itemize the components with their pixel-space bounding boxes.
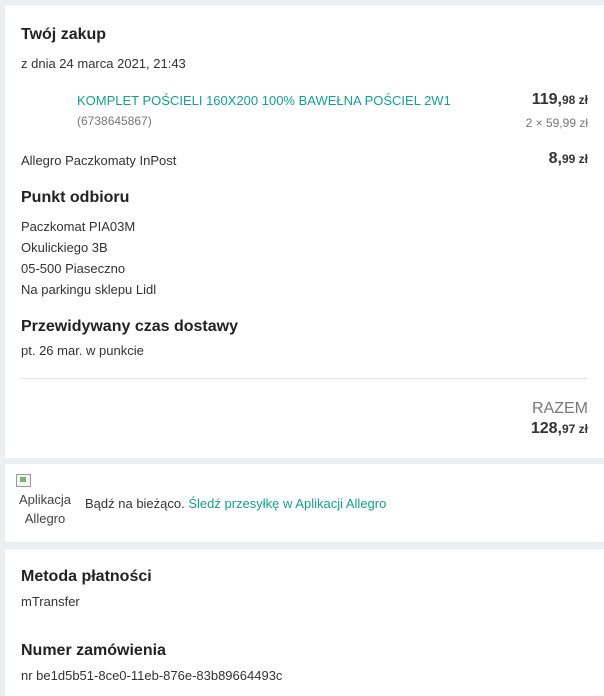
pickup-line: 05-500 Piaseczno (21, 261, 126, 276)
app-image-alt: Aplikacja Allegro (18, 492, 72, 526)
total-price: 128,97 zł (530, 420, 588, 437)
shipping-label: Allegro Paczkomaty InPost (21, 153, 177, 168)
app-banner-card: Aplikacja Allegro Bądź na bieżąco. Śledź… (5, 464, 604, 542)
pickup-title: Punkt odbioru (21, 189, 130, 206)
app-banner-text: Bądź na bieżąco. Śledź przesyłkę w Aplik… (85, 496, 387, 511)
divider (21, 378, 588, 379)
item-name-link[interactable]: KOMPLET POŚCIELI 160X200 100% BAWEŁNA PO… (77, 93, 451, 108)
purchase-title: Twój zakup (21, 26, 107, 43)
pickup-line: Na parkingu sklepu Lidl (21, 282, 157, 297)
item-price: 119,98 zł (531, 91, 588, 108)
total-label: RAZEM (532, 400, 588, 417)
pickup-line: Paczkomat PIA03M (21, 219, 136, 234)
shipping-price: 8,99 zł (548, 150, 588, 167)
purchase-date: z dnia 24 marca 2021, 21:43 (21, 56, 186, 71)
delivery-value: pt. 26 mar. w punkcie (21, 343, 144, 358)
payment-card: Metoda płatności mTransfer Numer zamówie… (5, 549, 604, 696)
payment-value: mTransfer (21, 594, 80, 609)
order-number-title: Numer zamówienia (21, 642, 166, 659)
image-placeholder-icon (16, 474, 31, 487)
pickup-line: Okulickiego 3B (21, 240, 108, 255)
item-qty-price: 2 × 59,99 zł (525, 116, 588, 130)
payment-title: Metoda płatności (21, 568, 152, 585)
track-shipment-link[interactable]: Śledź przesyłkę w Aplikacji Allegro (188, 496, 386, 511)
delivery-title: Przewidywany czas dostawy (21, 318, 238, 335)
order-number-value: nr be1d5b51-8ce0-11eb-876e-83b89664493c (21, 668, 283, 683)
purchase-summary-card: Twój zakup z dnia 24 marca 2021, 21:43 K… (5, 5, 604, 458)
item-id: (6738645867) (77, 114, 152, 128)
